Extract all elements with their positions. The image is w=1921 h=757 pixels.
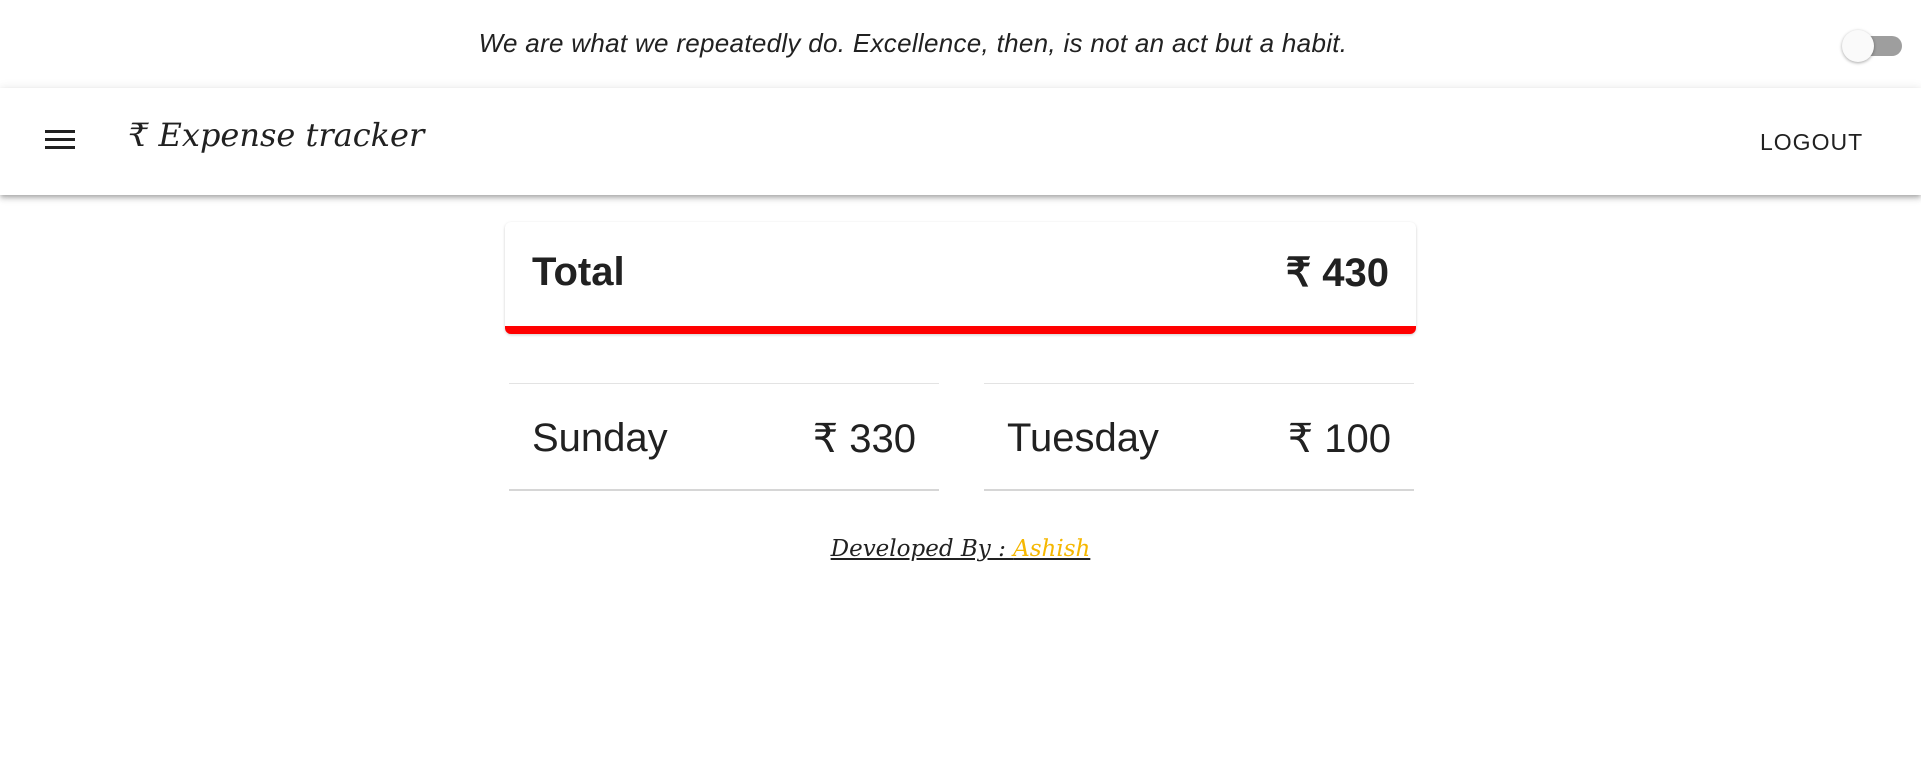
day-name: Sunday [532, 416, 668, 460]
total-label: Total [532, 250, 625, 294]
total-card: Total ₹ 430 [505, 222, 1416, 334]
menu-button[interactable] [38, 118, 82, 162]
total-accent-line [505, 326, 1416, 334]
developer-credit: Developed By : Ashish [0, 536, 1921, 562]
author-name: Ashish [1013, 536, 1091, 562]
day-card-sunday[interactable]: Sunday ₹ 330 [509, 383, 939, 491]
day-amount: ₹ 330 [812, 417, 916, 461]
credit-prefix: Developed By : [830, 536, 1014, 562]
switch-thumb[interactable] [1842, 30, 1874, 62]
app-title: ₹ Expense tracker [128, 116, 425, 154]
day-name: Tuesday [1007, 416, 1159, 460]
quote-bar: We are what we repeatedly do. Excellence… [0, 0, 1921, 88]
logout-button[interactable]: LOGOUT [1748, 118, 1875, 166]
day-amount: ₹ 100 [1287, 417, 1391, 461]
quote-text: We are what we repeatedly do. Excellence… [478, 28, 1348, 58]
developer-credit-link[interactable]: Developed By : Ashish [831, 536, 1091, 562]
theme-toggle-switch[interactable] [1842, 30, 1902, 62]
total-amount: ₹ 430 [1285, 251, 1389, 295]
app-bar: ₹ Expense tracker LOGOUT [0, 88, 1921, 195]
day-card-tuesday[interactable]: Tuesday ₹ 100 [984, 383, 1414, 491]
